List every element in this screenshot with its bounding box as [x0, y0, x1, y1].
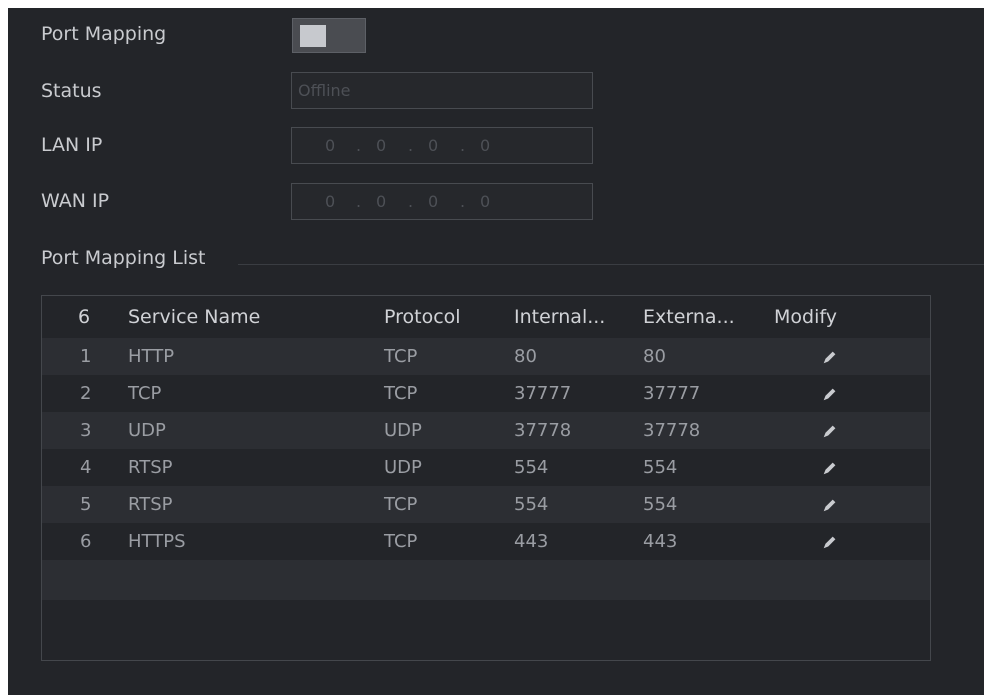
wan-ip-label: WAN IP: [41, 190, 110, 212]
pencil-icon[interactable]: [821, 496, 839, 514]
ip-dot: .: [356, 136, 362, 155]
row-number: 2: [80, 383, 92, 404]
lan-ip-label: LAN IP: [41, 134, 103, 156]
lan-ip-octet-3: 0: [428, 136, 439, 155]
row-external: 554: [643, 457, 678, 478]
ip-dot: .: [408, 136, 414, 155]
status-label: Status: [41, 80, 102, 102]
row-internal: 37777: [514, 383, 572, 404]
row-service: UDP: [128, 420, 166, 441]
port-mapping-panel: Port Mapping Status Offline LAN IP 0 . 0…: [8, 8, 984, 695]
row-external: 80: [643, 346, 666, 367]
wan-ip-octet-2: 0: [376, 192, 387, 211]
row-protocol: UDP: [384, 420, 422, 441]
lan-ip-octets: 0 . 0 . 0 . 0: [292, 136, 592, 156]
wan-ip-octet-3: 0: [428, 192, 439, 211]
wan-ip-field: 0 . 0 . 0 . 0: [291, 183, 593, 220]
row-external: 443: [643, 531, 678, 552]
row-service: RTSP: [128, 457, 173, 478]
ip-dot: .: [460, 136, 466, 155]
row-internal: 37778: [514, 420, 572, 441]
row-internal: 554: [514, 457, 549, 478]
row-protocol: TCP: [384, 494, 418, 515]
pencil-icon[interactable]: [821, 348, 839, 366]
header-count: 6: [78, 306, 91, 328]
ip-dot: .: [356, 192, 362, 211]
table-row[interactable]: 5 RTSP TCP 554 554: [42, 486, 930, 523]
wan-ip-octet-4: 0: [480, 192, 491, 211]
toggle-knob: [300, 25, 326, 47]
lan-ip-octet-2: 0: [376, 136, 387, 155]
table-row[interactable]: 3 UDP UDP 37778 37778: [42, 412, 930, 449]
row-number: 6: [80, 531, 92, 552]
row-service: RTSP: [128, 494, 173, 515]
row-internal: 443: [514, 531, 549, 552]
row-internal: 554: [514, 494, 549, 515]
row-service: HTTP: [128, 346, 175, 367]
row-external: 554: [643, 494, 678, 515]
row-protocol: UDP: [384, 457, 422, 478]
lan-ip-octet-4: 0: [480, 136, 491, 155]
row-external: 37777: [643, 383, 701, 404]
row-number: 5: [80, 494, 92, 515]
row-number: 4: [80, 457, 92, 478]
header-internal-port[interactable]: Internal...: [514, 306, 605, 328]
pencil-icon[interactable]: [821, 385, 839, 403]
section-divider: [238, 264, 984, 265]
table-row[interactable]: 1 HTTP TCP 80 80: [42, 338, 930, 375]
row-internal: 80: [514, 346, 537, 367]
header-protocol[interactable]: Protocol: [384, 306, 461, 328]
ip-dot: .: [460, 192, 466, 211]
pencil-icon[interactable]: [821, 459, 839, 477]
table-header: 6 Service Name Protocol Internal... Exte…: [42, 296, 930, 338]
wan-ip-octets: 0 . 0 . 0 . 0: [292, 192, 592, 212]
header-service-name[interactable]: Service Name: [128, 306, 260, 328]
pencil-icon[interactable]: [821, 533, 839, 551]
status-field: Offline: [291, 72, 593, 109]
lan-ip-octet-1: 0: [325, 136, 336, 155]
empty-table-row: [42, 560, 930, 600]
row-protocol: TCP: [384, 531, 418, 552]
pencil-icon[interactable]: [821, 422, 839, 440]
port-mapping-label: Port Mapping: [41, 23, 167, 45]
row-service: TCP: [128, 383, 162, 404]
table-row[interactable]: 6 HTTPS TCP 443 443: [42, 523, 930, 560]
lan-ip-field: 0 . 0 . 0 . 0: [291, 127, 593, 164]
row-external: 37778: [643, 420, 701, 441]
table-row[interactable]: 2 TCP TCP 37777 37777: [42, 375, 930, 412]
ip-dot: .: [408, 192, 414, 211]
row-protocol: TCP: [384, 346, 418, 367]
table-row[interactable]: 4 RTSP UDP 554 554: [42, 449, 930, 486]
port-mapping-list-title: Port Mapping List: [41, 247, 206, 269]
row-number: 3: [80, 420, 92, 441]
row-number: 1: [80, 346, 92, 367]
row-protocol: TCP: [384, 383, 418, 404]
header-modify: Modify: [774, 306, 837, 328]
row-service: HTTPS: [128, 531, 186, 552]
status-value: Offline: [298, 81, 351, 100]
wan-ip-octet-1: 0: [325, 192, 336, 211]
port-mapping-toggle[interactable]: [292, 18, 366, 53]
port-mapping-table: 6 Service Name Protocol Internal... Exte…: [41, 295, 931, 661]
header-external-port[interactable]: Externa...: [643, 306, 735, 328]
